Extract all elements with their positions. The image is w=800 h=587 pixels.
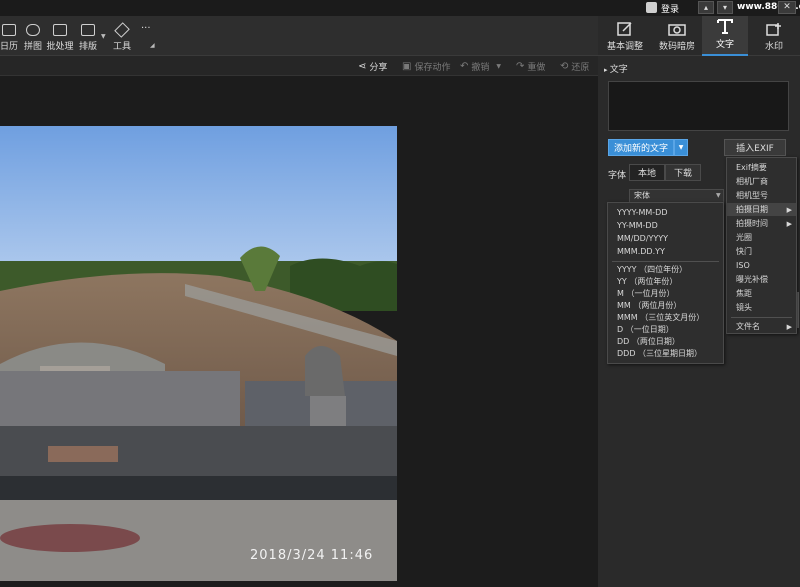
- date-format-item[interactable]: YY-MM-DD: [608, 219, 723, 232]
- toolbar-collage[interactable]: 拼图: [22, 22, 44, 52]
- menu-separator: [612, 261, 719, 262]
- exif-menu: Exif摘要 相机厂商 相机型号 拍摄日期 ▶ 拍摄时间 ▶ 光圈 快门 ISO 曝…: [726, 157, 797, 334]
- user-icon: [646, 2, 657, 13]
- add-text-button[interactable]: 添加新的文字: [608, 139, 674, 156]
- font-tab-download[interactable]: 下载: [665, 164, 701, 181]
- text-icon: [717, 19, 733, 34]
- toolbar-batch[interactable]: 批处理: [46, 22, 74, 52]
- font-select[interactable]: 宋体: [629, 189, 724, 203]
- wrench-icon: [114, 22, 130, 38]
- text-input-box[interactable]: [608, 81, 789, 131]
- date-format-item[interactable]: YYYY-MM-DD: [608, 206, 723, 219]
- exif-item-time[interactable]: 拍摄时间 ▶: [727, 217, 796, 230]
- exif-item-iso[interactable]: ISO: [727, 259, 796, 272]
- exif-item-summary[interactable]: Exif摘要: [727, 161, 796, 174]
- restore-button[interactable]: ⟲ 还原: [560, 60, 589, 73]
- exif-item-aperture[interactable]: 光圈: [727, 231, 796, 244]
- menu-separator: [731, 317, 792, 318]
- exif-item-focal[interactable]: 焦距: [727, 287, 796, 300]
- edit-icon: [617, 22, 632, 36]
- title-bar: 登录 ▴ ▾ www.886s1.com ✕: [0, 0, 800, 16]
- redo-icon: ↷: [516, 61, 525, 72]
- toolbar-tools[interactable]: 工具: [110, 22, 134, 52]
- save-action-button[interactable]: ▣ 保存动作: [402, 60, 450, 73]
- pin-icon: [26, 24, 40, 36]
- add-text-dropdown-icon[interactable]: ▼: [674, 139, 688, 156]
- undo-dropdown-icon[interactable]: ▼: [496, 63, 501, 70]
- batch-icon: [53, 24, 67, 36]
- font-label: 字体: [608, 171, 627, 181]
- layout-dropdown-icon[interactable]: ▼: [101, 33, 106, 40]
- insert-exif-button[interactable]: 插入EXIF: [724, 139, 786, 156]
- font-dropdown-icon[interactable]: ▼: [716, 192, 721, 199]
- tab-text[interactable]: 文字: [702, 16, 748, 56]
- tab-basic-adjust[interactable]: 基本调整: [600, 16, 650, 56]
- edit-tabs: 基本调整 数码暗房 文字 水印: [598, 16, 800, 56]
- expand-icon[interactable]: ◢: [150, 42, 155, 49]
- login-link[interactable]: 登录: [661, 2, 679, 15]
- date-part-item[interactable]: DDD （三位星期日期）: [608, 347, 723, 360]
- share-button[interactable]: ⋖ 分享: [358, 60, 387, 73]
- submenu-arrow-icon: ▶: [786, 205, 792, 214]
- exif-item-shutter[interactable]: 快门: [727, 245, 796, 258]
- photo-timestamp: 2018/3/24 11:46: [250, 548, 374, 563]
- date-format-item[interactable]: MMM.DD.YY: [608, 245, 723, 258]
- more-icon[interactable]: ···: [141, 23, 151, 34]
- skin-button[interactable]: ▾: [717, 1, 733, 14]
- tab-darkroom[interactable]: 数码暗房: [652, 16, 702, 56]
- date-format-menu: YYYY-MM-DD YY-MM-DD MM/DD/YYYY MMM.DD.YY…: [607, 202, 724, 364]
- calendar-icon: [2, 24, 16, 36]
- redo-button[interactable]: ↷ 重做: [516, 60, 545, 73]
- exif-item-model[interactable]: 相机型号: [727, 189, 796, 202]
- save-icon: ▣: [402, 61, 412, 72]
- exif-item-lens[interactable]: 镜头: [727, 301, 796, 314]
- exif-item-date[interactable]: 拍摄日期 ▶: [727, 203, 796, 216]
- exif-item-maker[interactable]: 相机厂商: [727, 175, 796, 188]
- tab-watermark[interactable]: 水印: [750, 16, 798, 56]
- layout-icon: [81, 24, 95, 36]
- date-format-item[interactable]: MM/DD/YYYY: [608, 232, 723, 245]
- exif-item-exposure[interactable]: 曝光补偿: [727, 273, 796, 286]
- submenu-arrow-icon: ▶: [786, 322, 792, 331]
- restore-icon: ⟲: [560, 61, 569, 72]
- submenu-arrow-icon: ▶: [786, 219, 792, 228]
- watermark-icon: [766, 23, 781, 36]
- camera-icon: [668, 24, 686, 36]
- tomb-photo: [0, 126, 397, 581]
- font-tab-local[interactable]: 本地: [629, 164, 665, 181]
- toolbar-layout[interactable]: 排版: [76, 22, 100, 52]
- photo-preview[interactable]: 2018/3/24 11:46: [0, 126, 397, 581]
- section-title: ▸ 文字: [604, 65, 628, 75]
- close-button[interactable]: ✕: [778, 1, 796, 14]
- share-icon: ⋖: [358, 61, 367, 72]
- action-bar: [0, 56, 598, 76]
- exif-item-filename[interactable]: 文件名 ▶: [727, 320, 796, 333]
- undo-icon: ↶: [460, 61, 469, 72]
- toolbar-calendar[interactable]: 日历: [0, 22, 18, 52]
- undo-button[interactable]: ↶ 撤销 ▼: [460, 60, 501, 73]
- menu-button[interactable]: ▴: [698, 1, 714, 14]
